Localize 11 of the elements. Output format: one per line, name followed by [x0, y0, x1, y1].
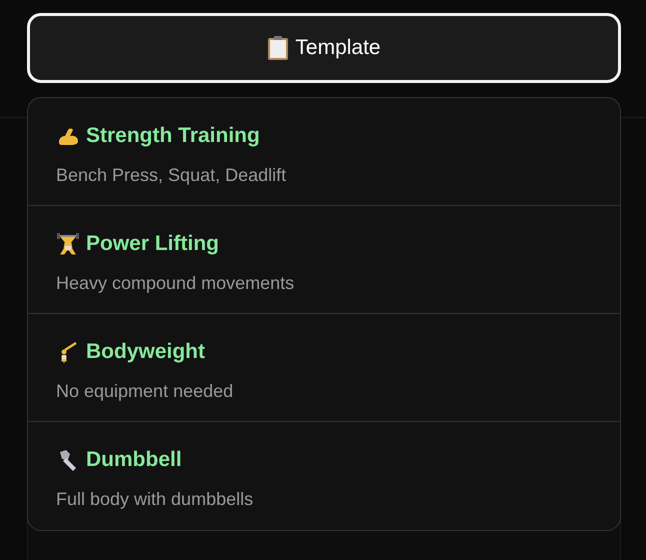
template-title[interactable]: Power Lifting — [86, 228, 219, 260]
clipboard-icon — [267, 36, 290, 60]
template-description: Full body with dumbbells — [56, 488, 254, 511]
template-description: Heavy compound movements — [56, 272, 294, 295]
template-description: Bench Press, Squat, Deadlift — [56, 164, 286, 187]
template-description: No equipment needed — [56, 380, 234, 403]
weightlifter-icon — [56, 232, 80, 256]
template-title[interactable]: Strength Training — [86, 120, 260, 152]
template-title[interactable]: Dumbbell — [86, 444, 182, 476]
template-button[interactable]: Template — [27, 13, 621, 83]
template-title[interactable]: Bodyweight — [86, 336, 205, 368]
